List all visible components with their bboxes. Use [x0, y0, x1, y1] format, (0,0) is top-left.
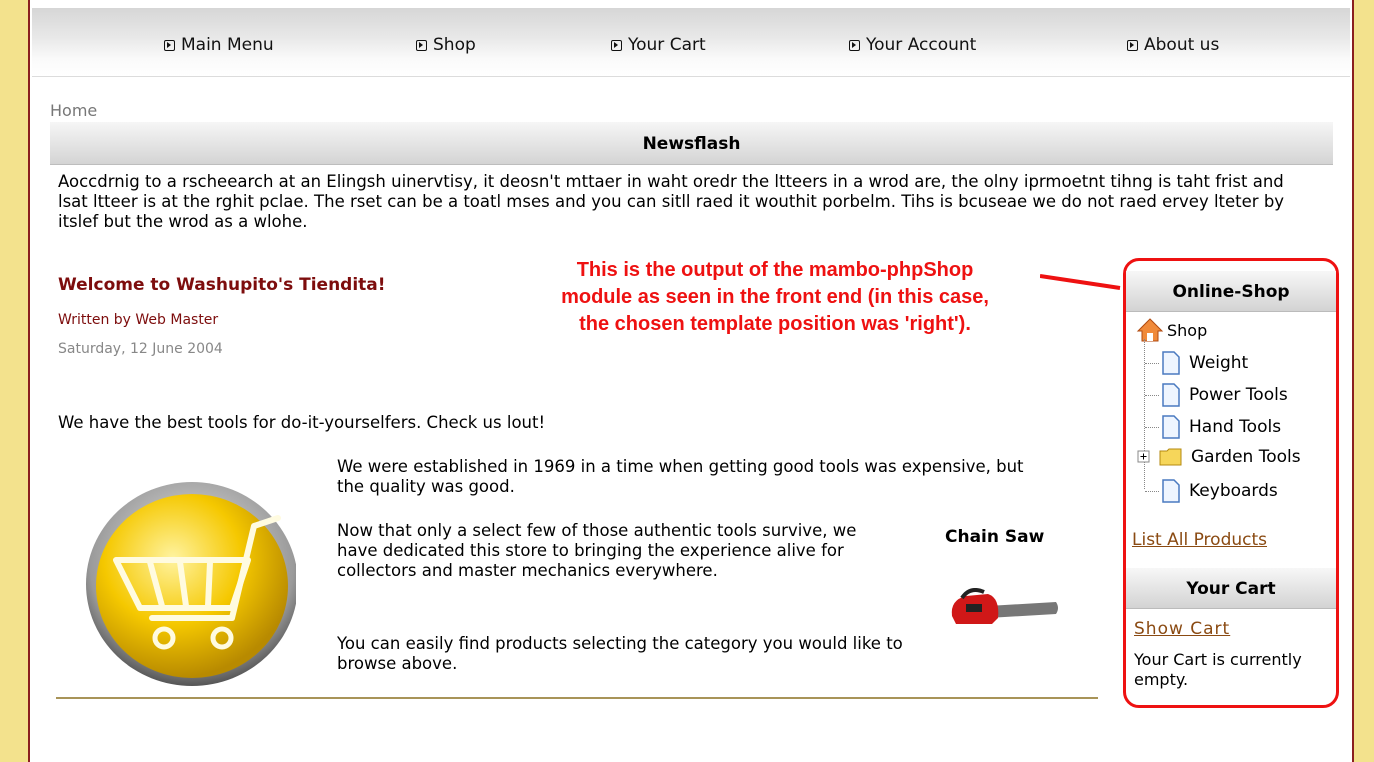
nav-your-cart-label: Your Cart: [628, 35, 706, 55]
tree-root-shop[interactable]: Shop: [1136, 317, 1207, 343]
tree-line: [1145, 363, 1159, 364]
page-container: Main Menu Shop Your Cart Your Account Ab…: [28, 0, 1354, 762]
annotation-line: module as seen in the front end (in this…: [561, 286, 989, 308]
arrow-box-icon: [1127, 39, 1138, 51]
arrow-box-icon: [611, 39, 622, 51]
page-icon: [1162, 383, 1180, 407]
tree-item-label: Power Tools: [1189, 385, 1288, 405]
expand-plus-icon[interactable]: [1137, 450, 1151, 464]
tree-item-weight[interactable]: Weight: [1161, 351, 1248, 375]
annotation-line: This is the output of the mambo-phpShop: [576, 259, 974, 281]
tree-line: [1145, 491, 1159, 492]
nav-main-menu[interactable]: Main Menu: [164, 35, 274, 55]
nav-shop[interactable]: Shop: [416, 35, 476, 55]
tree-item-label: Hand Tools: [1189, 417, 1282, 437]
tree-item-hand-tools[interactable]: Hand Tools: [1161, 415, 1281, 439]
show-cart-link[interactable]: Show Cart: [1134, 619, 1230, 639]
page-icon: [1162, 479, 1180, 503]
article-intro: We have the best tools for do-it-yoursel…: [58, 413, 546, 432]
article-paragraph: You can easily find products selecting t…: [337, 634, 903, 673]
arrow-box-icon: [164, 39, 175, 51]
article-paragraph: Now that only a select few of those auth…: [337, 521, 857, 580]
tree-root-label: Shop: [1167, 320, 1208, 340]
top-navigation: Main Menu Shop Your Cart Your Account Ab…: [32, 8, 1350, 77]
arrow-box-icon: [849, 39, 860, 51]
product-label[interactable]: Chain Saw: [945, 527, 1044, 547]
arrow-box-icon: [416, 39, 427, 51]
tree-item-label: Keyboards: [1189, 481, 1278, 501]
nav-about-us[interactable]: About us: [1127, 35, 1219, 55]
nav-about-us-label: About us: [1144, 35, 1220, 55]
folder-icon: [1159, 448, 1182, 466]
nav-your-account-label: Your Account: [866, 35, 977, 55]
newsflash-header: Newsflash: [50, 122, 1333, 165]
article-date: Saturday, 12 June 2004: [58, 341, 223, 357]
content-divider: [56, 697, 1098, 699]
tree-item-keyboards[interactable]: Keyboards: [1161, 479, 1278, 503]
tree-line: [1145, 427, 1159, 428]
chainsaw-icon[interactable]: [948, 588, 1060, 630]
online-shop-title: Online-Shop: [1126, 271, 1336, 312]
home-icon: [1136, 318, 1164, 342]
newsflash-text: Aoccdrnig to a rscheearch at an Elingsh …: [58, 172, 1285, 231]
article-title: Welcome to Washupito's Tiendita!: [58, 275, 386, 295]
tree-item-power-tools[interactable]: Power Tools: [1161, 383, 1288, 407]
online-shop-module: Online-Shop Shop Weight Power Tools Hand…: [1123, 258, 1339, 708]
tree-item-label: Garden Tools: [1191, 447, 1301, 467]
shopping-cart-logo-icon: [86, 482, 296, 686]
list-all-products-link[interactable]: List All Products: [1132, 530, 1267, 550]
breadcrumb[interactable]: Home: [50, 101, 97, 120]
page-icon: [1162, 415, 1180, 439]
nav-main-menu-label: Main Menu: [181, 35, 274, 55]
nav-shop-label: Shop: [433, 35, 476, 55]
nav-your-cart[interactable]: Your Cart: [611, 35, 706, 55]
annotation-callout: This is the output of the mambo-phpShop …: [510, 257, 1040, 338]
annotation-arrow: [1040, 274, 1121, 290]
tree-item-label: Weight: [1189, 353, 1249, 373]
annotation-line: the chosen template position was 'right'…: [579, 313, 971, 335]
nav-your-account[interactable]: Your Account: [849, 35, 976, 55]
cart-status-text: Your Cart is currently empty.: [1134, 650, 1302, 689]
your-cart-title: Your Cart: [1126, 568, 1336, 609]
article-author: Written by Web Master: [58, 312, 219, 328]
page-icon: [1162, 351, 1180, 375]
article-paragraph: We were established in 1969 in a time wh…: [337, 457, 1024, 496]
tree-line: [1145, 395, 1159, 396]
tree-item-garden-tools[interactable]: Garden Tools: [1137, 447, 1301, 467]
